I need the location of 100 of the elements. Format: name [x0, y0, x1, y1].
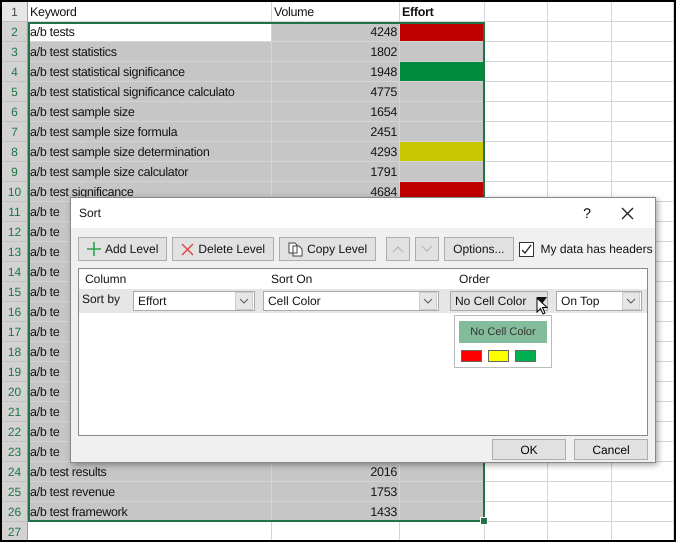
ok-button[interactable]: OK: [492, 439, 566, 460]
table-cell: a/b test revenue: [28, 482, 272, 502]
table-cell: 4248: [272, 22, 400, 42]
row-number: 21: [2, 402, 28, 422]
row-number: 25: [2, 482, 28, 502]
row-number: 19: [2, 362, 28, 382]
close-icon: [620, 206, 634, 220]
table-cell: [612, 502, 674, 522]
table-cell: a/b test statistical significance calculato: [28, 82, 272, 102]
chevron-down-icon: [626, 298, 636, 304]
table-cell: [485, 122, 548, 142]
fill-handle[interactable]: [480, 517, 488, 525]
chevron-down-icon: [423, 298, 433, 304]
table-cell: [612, 82, 674, 102]
chevron-down-icon: [421, 245, 434, 253]
row-number: 8: [2, 142, 28, 162]
table-cell: a/b test results: [28, 462, 272, 482]
chevron-down-icon: [239, 298, 249, 304]
help-button[interactable]: ?: [567, 199, 607, 227]
color-swatch[interactable]: [461, 350, 482, 362]
table-cell: a/b test statistics: [28, 42, 272, 62]
table-cell: [612, 142, 674, 162]
row-number: 17: [2, 322, 28, 342]
column-header: Keyword: [28, 2, 272, 22]
row-number: 12: [2, 222, 28, 242]
dialog-title: Sort: [79, 206, 102, 220]
row-number: 11: [2, 202, 28, 222]
table-cell: [612, 2, 674, 22]
table-cell: [548, 102, 612, 122]
cancel-button[interactable]: Cancel: [574, 439, 648, 460]
table-cell: a/b test sample size: [28, 102, 272, 122]
table-cell: [612, 482, 674, 502]
table-cell: [612, 102, 674, 122]
table-cell: [548, 142, 612, 162]
color-swatch[interactable]: [488, 350, 509, 362]
row-number: 9: [2, 162, 28, 182]
row-number: 1: [2, 2, 28, 22]
table-cell: [548, 22, 612, 42]
row-number: 10: [2, 182, 28, 202]
table-cell: [612, 162, 674, 182]
table-cell: 1654: [272, 102, 400, 122]
plus-icon: [87, 242, 101, 256]
position-dropdown[interactable]: On Top: [556, 291, 642, 311]
table-cell: 1433: [272, 502, 400, 522]
chevron-up-icon: [392, 245, 404, 253]
table-cell: 2016: [272, 462, 400, 482]
table-cell: a/b test sample size determination: [28, 142, 272, 162]
options-button[interactable]: Options...: [444, 237, 514, 261]
column-header: Order: [458, 272, 491, 286]
table-cell: [612, 22, 674, 42]
table-cell: [485, 22, 548, 42]
row-number: 18: [2, 342, 28, 362]
row-number: 22: [2, 422, 28, 442]
table-cell: 1948: [272, 62, 400, 82]
table-cell: [485, 2, 548, 22]
column-dropdown[interactable]: Effort: [133, 291, 255, 311]
close-icon: [181, 242, 194, 256]
order-dropdown[interactable]: No Cell Color: [450, 291, 548, 311]
copy-icon: [288, 242, 304, 256]
table-cell: 1802: [272, 42, 400, 62]
table-cell: [612, 122, 674, 142]
row-number: 7: [2, 122, 28, 142]
sort-on-dropdown[interactable]: Cell Color: [263, 291, 439, 311]
table-cell: a/b test sample size formula: [28, 122, 272, 142]
table-cell: [612, 62, 674, 82]
table-cell: 1791: [272, 162, 400, 182]
row-number: 20: [2, 382, 28, 402]
table-cell: [548, 482, 612, 502]
table-cell: 4775: [272, 82, 400, 102]
table-cell: [548, 2, 612, 22]
column-header: Effort: [400, 2, 485, 22]
row-number: 27: [2, 522, 28, 540]
row-number: 4: [2, 62, 28, 82]
table-cell: 2451: [272, 122, 400, 142]
table-cell: [485, 42, 548, 62]
table-cell: [485, 142, 548, 162]
row-number: 15: [2, 282, 28, 302]
column-header: Sort On: [270, 272, 314, 286]
row-number: 24: [2, 462, 28, 482]
table-cell: [612, 42, 674, 62]
add-level-button[interactable]: Add Level: [78, 237, 168, 261]
checkbox[interactable]: [518, 242, 534, 256]
menu-item[interactable]: No Cell Color: [459, 321, 547, 343]
delete-level-button[interactable]: Delete Level: [172, 237, 274, 261]
checkbox-label: My data has headers: [540, 242, 653, 256]
row-number: 14: [2, 262, 28, 282]
table-cell: a/b test sample size calculator: [28, 162, 272, 182]
row-number: 2: [2, 22, 28, 42]
table-cell: [548, 502, 612, 522]
copy-level-button[interactable]: Copy Level: [279, 237, 376, 261]
row-number: 16: [2, 302, 28, 322]
row-number: 6: [2, 102, 28, 122]
table-cell: [485, 82, 548, 102]
color-swatch[interactable]: [515, 350, 536, 362]
table-cell: [548, 122, 612, 142]
table-cell: [548, 42, 612, 62]
table-cell: [485, 482, 548, 502]
column-header: Volume: [272, 2, 400, 22]
row-number: 13: [2, 242, 28, 262]
table-cell: 1753: [272, 482, 400, 502]
